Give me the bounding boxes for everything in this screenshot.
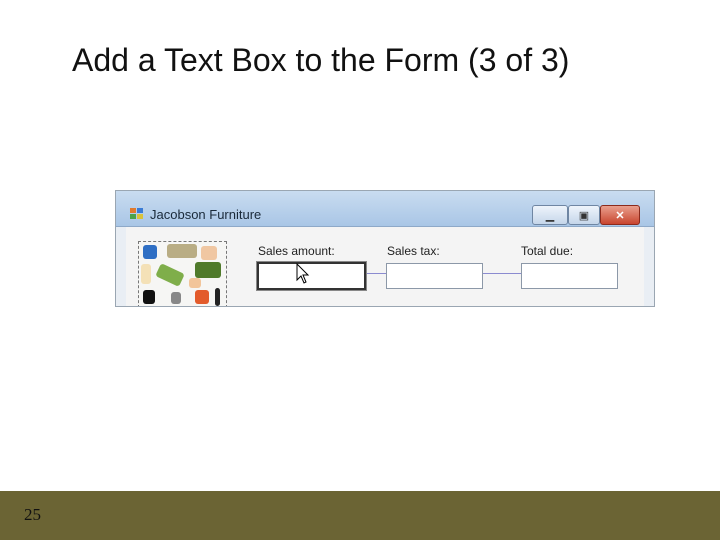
sales-tax-label: Sales tax: (387, 244, 440, 258)
chair-icon (143, 245, 157, 259)
page-number: 25 (24, 505, 41, 524)
maximize-button[interactable]: ▣ (568, 205, 600, 225)
total-due-textbox[interactable] (521, 263, 618, 289)
close-button[interactable]: ✕ (600, 205, 640, 225)
sofa-icon (167, 244, 197, 258)
lamp-icon (201, 246, 217, 260)
red-chair-icon (195, 290, 209, 304)
sales-amount-label: Sales amount: (258, 244, 335, 258)
dark-chair-icon (143, 290, 155, 304)
bin-icon (171, 292, 181, 304)
table-icon (141, 264, 151, 284)
sales-amount-textbox[interactable] (257, 262, 366, 290)
furniture-picture-box[interactable] (138, 241, 227, 306)
close-icon: ✕ (615, 209, 625, 222)
floor-lamp-icon (215, 288, 220, 306)
maximize-icon: ▣ (578, 209, 590, 222)
app-form-icon (130, 208, 144, 220)
form-client-area: Sales amount: Sales tax: Total due: (126, 227, 644, 306)
window-titlebar[interactable]: Jacobson Furniture ▁ ▣ ✕ (116, 191, 654, 227)
sales-tax-textbox[interactable] (386, 263, 483, 289)
slide-title: Add a Text Box to the Form (3 of 3) (72, 42, 570, 78)
stool-icon (189, 278, 201, 288)
bench-icon (155, 263, 185, 287)
minimize-button[interactable]: ▁ (532, 205, 568, 225)
footer-band (0, 491, 720, 540)
mouse-pointer-icon (296, 263, 310, 284)
minimize-icon: ▁ (545, 209, 555, 222)
total-due-label: Total due: (521, 244, 574, 258)
form-designer-screenshot: Jacobson Furniture ▁ ▣ ✕ Sales amount: S… (116, 191, 654, 306)
window-title: Jacobson Furniture (150, 207, 262, 222)
cabinet-icon (195, 262, 221, 278)
